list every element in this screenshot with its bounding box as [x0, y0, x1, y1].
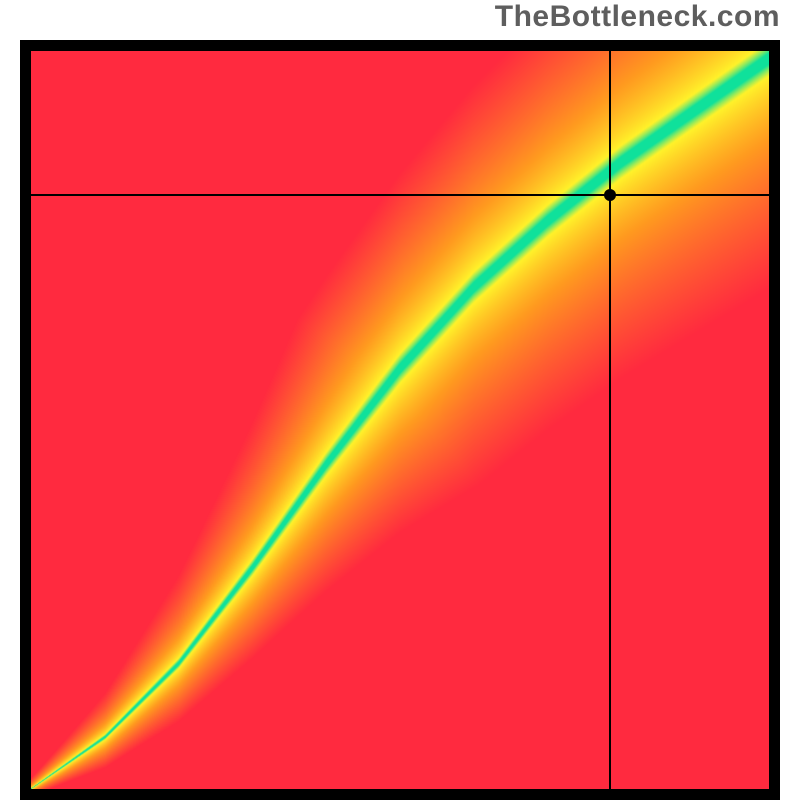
- crosshair-horizontal: [31, 194, 769, 196]
- plot-frame: [20, 40, 780, 800]
- heatmap-canvas: [31, 51, 769, 789]
- watermark-text: TheBottleneck.com: [495, 0, 780, 34]
- plot-area: [31, 51, 769, 789]
- chart-stage: TheBottleneck.com: [0, 0, 800, 800]
- crosshair-vertical: [609, 51, 611, 789]
